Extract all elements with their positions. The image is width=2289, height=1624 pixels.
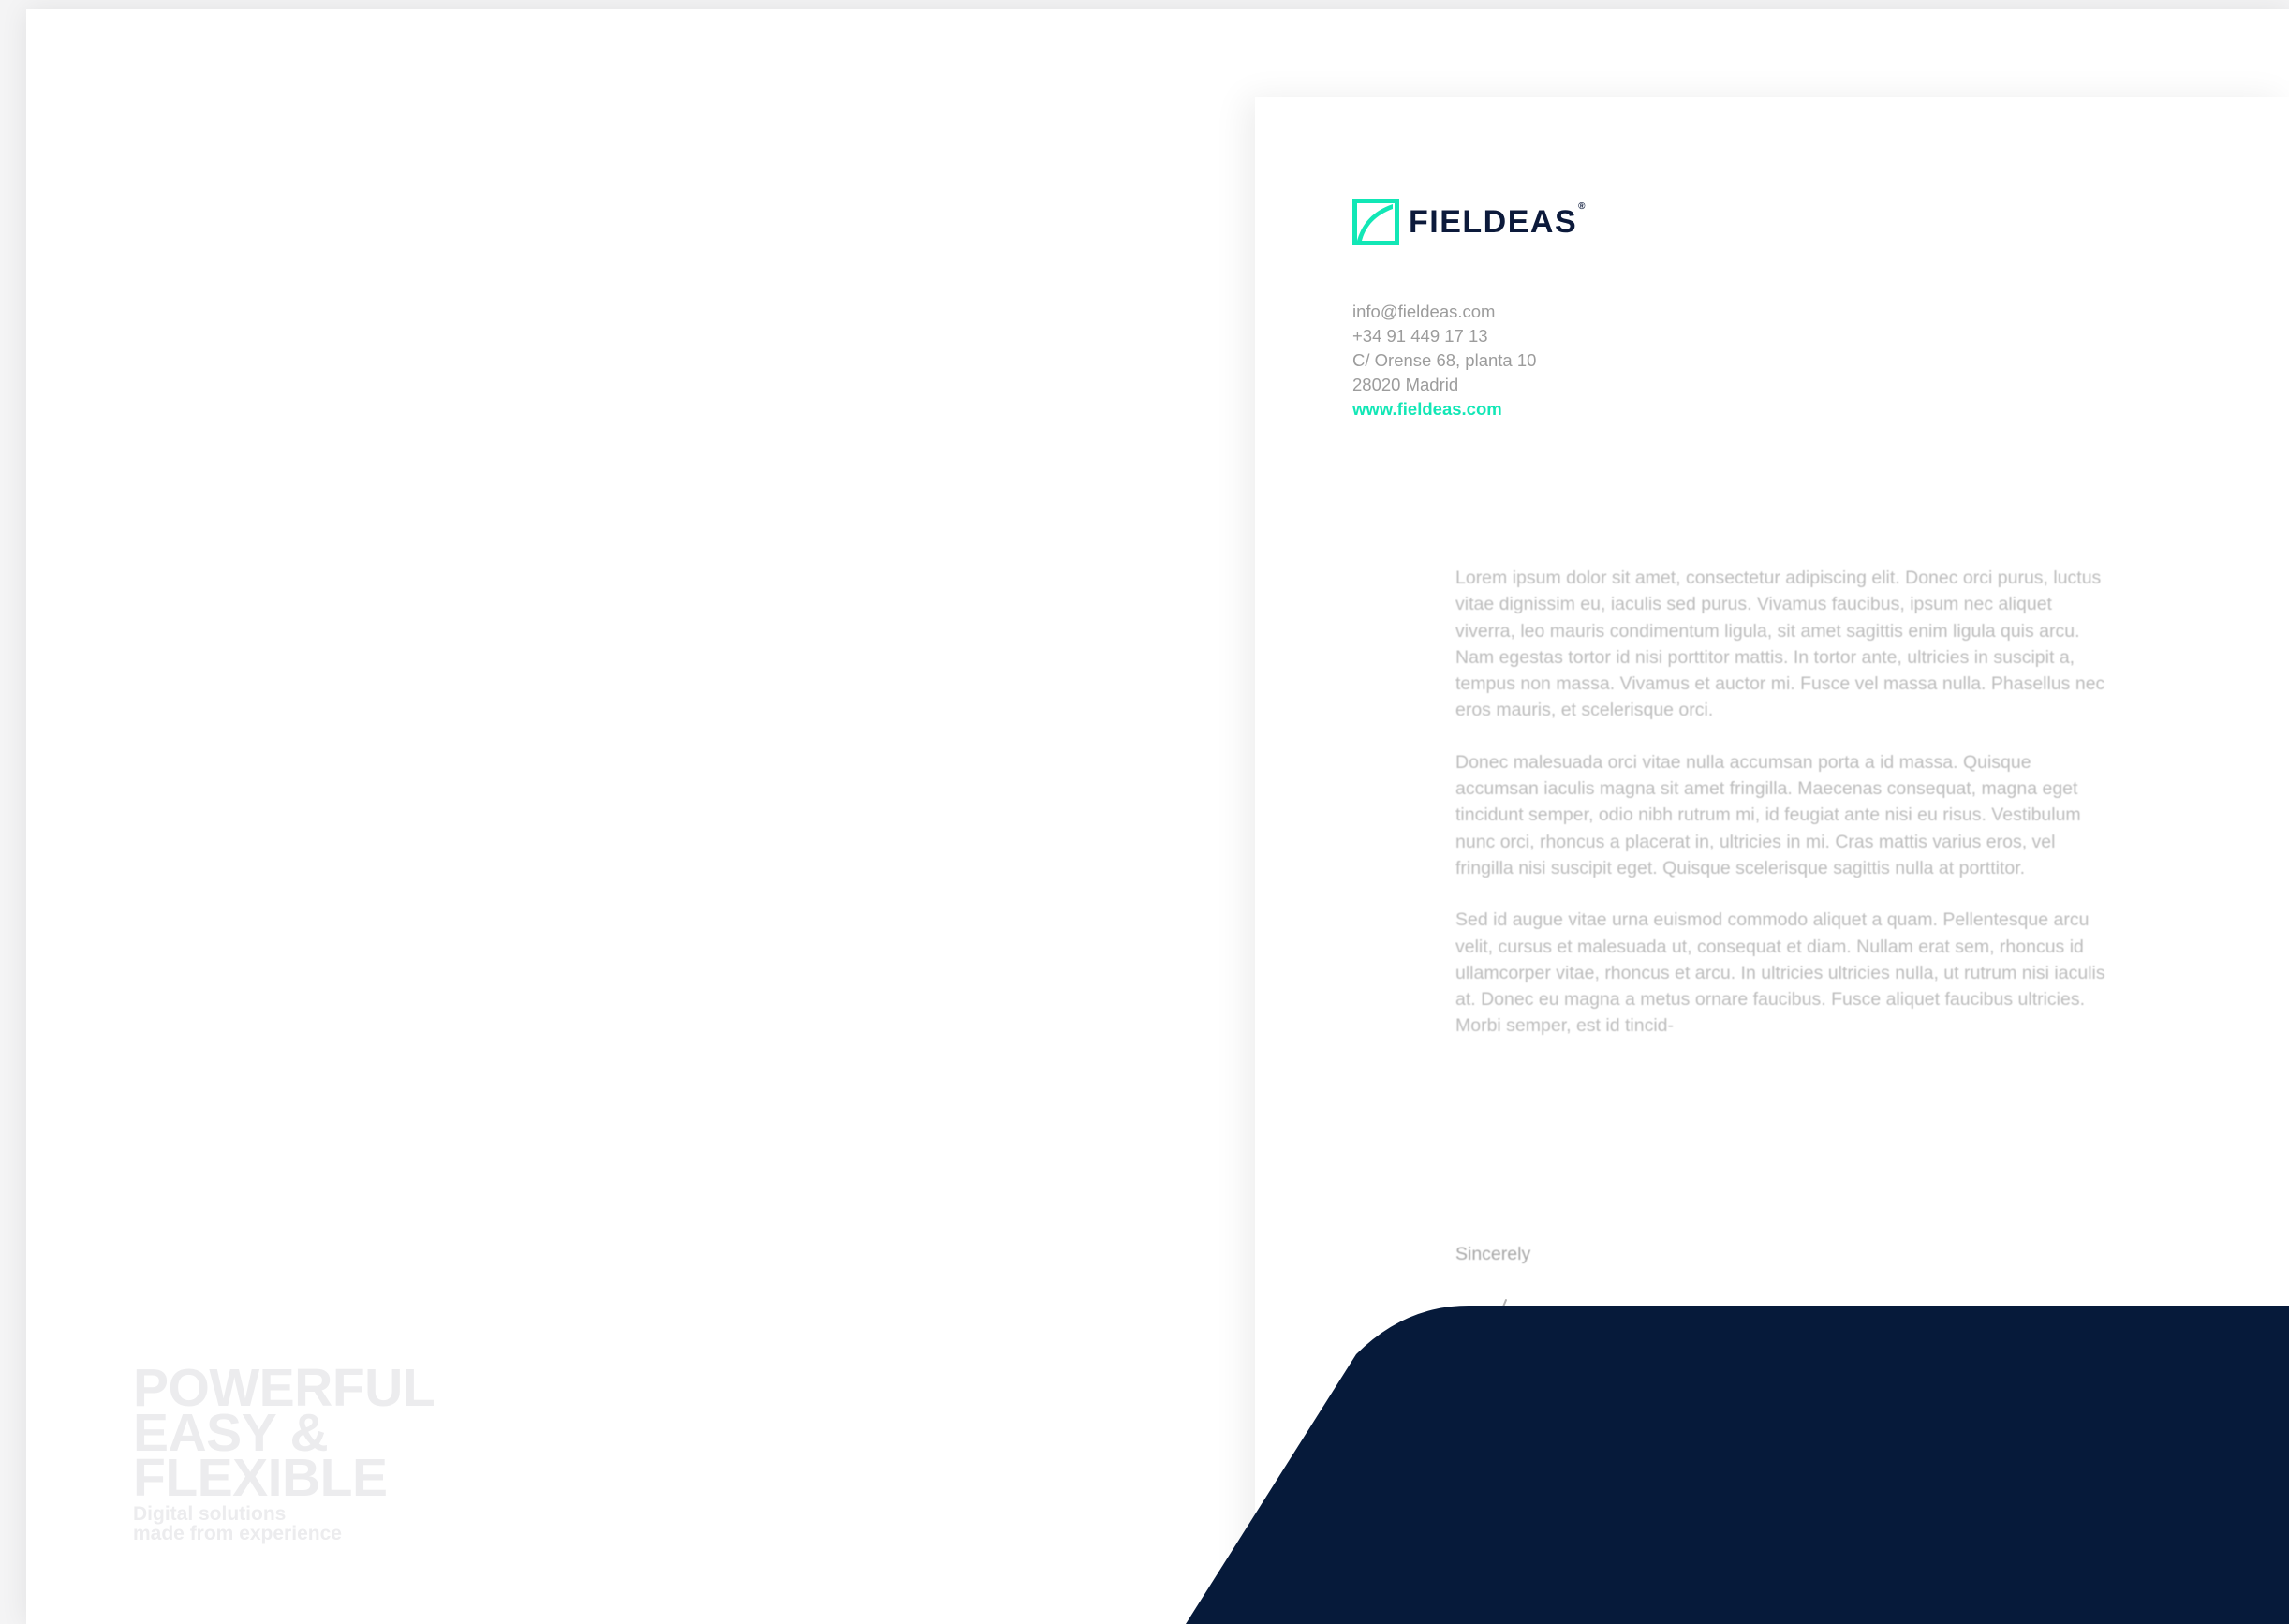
contact-block: info@fieldeas.com +34 91 449 17 13 C/ Or…	[1352, 300, 1536, 421]
contact-address-line1: C/ Orense 68, planta 10	[1352, 350, 1537, 370]
tagline-subline: Digital solutions made from experience	[133, 1503, 342, 1544]
contact-website-link[interactable]: www.fieldeas.com	[1352, 397, 1536, 421]
contact-email[interactable]: info@fieldeas.com	[1352, 300, 1536, 324]
contact-address-line2: 28020 Madrid	[1352, 375, 1459, 394]
logo-wordmark: FIELDEAS®	[1409, 201, 1587, 240]
contact-phone: +34 91 449 17 13	[1352, 326, 1488, 346]
signature-image	[1474, 1299, 1576, 1358]
fieldeas-logo: FIELDEAS®	[1352, 199, 1587, 245]
letter-paragraph: Lorem ipsum dolor sit amet, consectetur …	[1455, 568, 2105, 721]
letter-paragraph: Donec malesuada orci vitae nulla accumsa…	[1455, 751, 2081, 878]
letter-closing: Sincerely	[1455, 1244, 1531, 1264]
letterhead-page: FIELDEAS® info@fieldeas.com +34 91 449 1…	[1255, 97, 2289, 1624]
letter-paragraph: Sed id augue vitae urna euismod commodo …	[1455, 909, 2105, 1037]
tagline: POWERFUL EASY & FLEXIBLE Digital solutio…	[133, 1358, 436, 1544]
letter-body: Lorem ipsum dolor sit amet, consectetur …	[1455, 565, 2111, 1065]
tagline-headline: POWERFUL EASY & FLEXIBLE	[133, 1358, 436, 1508]
logo-mark-icon	[1352, 199, 1399, 245]
